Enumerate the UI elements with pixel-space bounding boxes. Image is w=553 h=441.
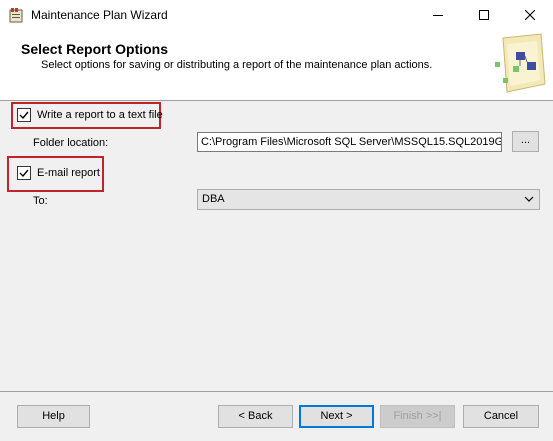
maximize-button[interactable]	[461, 0, 507, 29]
title-bar: Maintenance Plan Wizard	[0, 0, 553, 29]
close-button[interactable]	[507, 0, 553, 29]
email-report-option[interactable]: E-mail report	[17, 166, 100, 180]
minimize-button[interactable]	[415, 0, 461, 29]
chevron-down-icon	[524, 196, 534, 202]
cancel-button[interactable]: Cancel	[463, 405, 539, 428]
folder-location-label: Folder location:	[33, 137, 109, 149]
email-report-label: E-mail report	[37, 167, 100, 179]
footer-separator	[0, 391, 553, 392]
to-operator-select[interactable]: DBA	[197, 189, 540, 210]
maintenance-plan-app-icon	[9, 8, 23, 23]
wizard-window: Maintenance Plan Wizard Select Report Op…	[0, 0, 553, 441]
maximize-icon	[479, 9, 489, 20]
minimize-icon	[433, 14, 443, 16]
window-title: Maintenance Plan Wizard	[31, 8, 168, 22]
write-report-label: Write a report to a text file	[37, 109, 163, 121]
checkmark-icon	[19, 169, 29, 178]
help-button[interactable]: Help	[17, 405, 90, 428]
finish-button[interactable]: Finish >>|	[380, 405, 455, 428]
write-report-option[interactable]: Write a report to a text file	[17, 108, 163, 122]
wizard-banner-icon	[495, 33, 546, 93]
wizard-header: Select Report Options Select options for…	[0, 29, 553, 101]
page-title: Select Report Options	[21, 41, 169, 57]
checkmark-icon	[19, 111, 29, 120]
close-icon	[525, 9, 535, 20]
to-label: To:	[33, 195, 48, 207]
to-selected-value: DBA	[202, 193, 225, 205]
folder-location-field[interactable]: C:\Program Files\Microsoft SQL Server\MS…	[197, 132, 502, 152]
back-button[interactable]: < Back	[218, 405, 293, 428]
page-subtitle: Select options for saving or distributin…	[41, 59, 433, 71]
email-report-checkbox[interactable]	[17, 166, 31, 180]
browse-folder-button[interactable]: ...	[512, 131, 539, 152]
next-button[interactable]: Next >	[299, 405, 374, 428]
write-report-checkbox[interactable]	[17, 108, 31, 122]
